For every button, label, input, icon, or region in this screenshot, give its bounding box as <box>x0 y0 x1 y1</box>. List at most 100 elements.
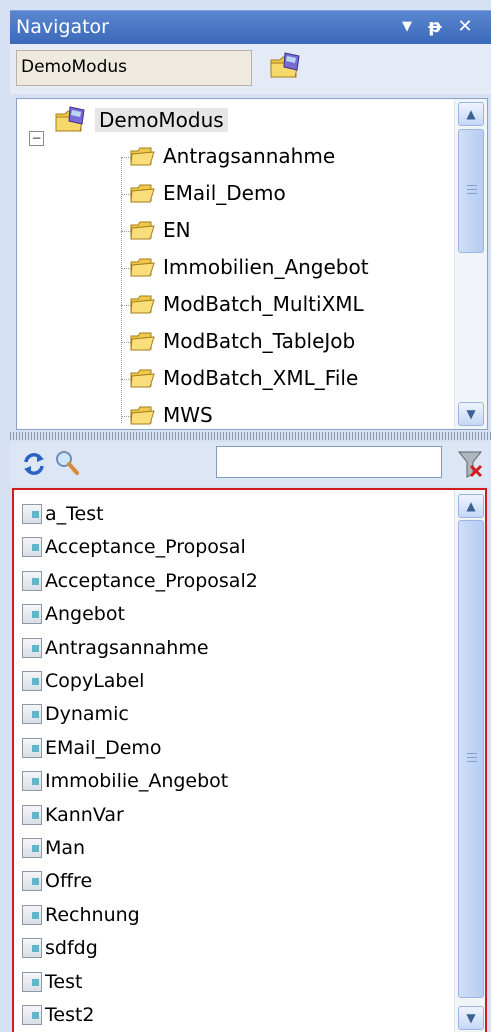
project-tree: − DemoModus Antragsannahme EMail_Demo EN Im… <box>16 98 488 430</box>
document-icon <box>22 637 42 658</box>
project-combo[interactable]: DemoModus <box>16 50 252 86</box>
list-item-label: Immobilie_Angebot <box>45 770 229 793</box>
document-icon <box>22 1005 42 1025</box>
list-item-label: Acceptance_Proposal2 <box>45 569 258 592</box>
list-toolbar <box>10 442 491 486</box>
list-item[interactable]: Rechnung <box>22 899 140 931</box>
tree-item-label: Immobilien_Angebot <box>163 255 369 279</box>
list-item-label: Antragsannahme <box>45 636 209 659</box>
document-icon <box>22 838 42 858</box>
list-item[interactable]: Test <box>22 966 82 998</box>
list-item-label: EMail_Demo <box>45 736 162 759</box>
list-item[interactable]: Acceptance_Proposal2 <box>22 565 258 597</box>
title-bar: Navigator ▼ ᵽ ✕ <box>10 10 491 45</box>
list-scroll-down-button[interactable]: ▼ <box>458 1006 484 1030</box>
list-item-label: Test2 <box>45 1004 95 1026</box>
document-icon <box>22 671 42 691</box>
list-item[interactable]: a_Test <box>22 498 104 530</box>
tree-item[interactable]: Antragsannahme <box>129 139 335 173</box>
list-item[interactable]: Test2 <box>22 999 95 1031</box>
list-item[interactable]: Acceptance_Proposal <box>22 531 246 563</box>
folder-icon <box>130 258 155 277</box>
list-item-label: Dynamic <box>45 703 129 726</box>
document-icon <box>22 771 42 792</box>
tree-item-label: MWS <box>163 403 213 427</box>
document-icon <box>22 570 42 591</box>
panel-title: Navigator <box>16 16 109 38</box>
tree-item[interactable]: Immobilien_Angebot <box>129 250 369 284</box>
list-item[interactable]: Antragsannahme <box>22 632 209 664</box>
tree-item[interactable]: MWS <box>129 398 213 432</box>
list-item-label: Offre <box>45 870 93 893</box>
document-icon <box>22 504 42 524</box>
document-icon <box>22 804 42 825</box>
list-item[interactable]: Dynamic <box>22 698 129 730</box>
list-item-label: Angebot <box>45 603 125 626</box>
list-item-label: Rechnung <box>45 903 140 926</box>
list-item-label: KannVar <box>45 803 124 826</box>
project-folder-icon <box>55 106 85 132</box>
document-icon <box>22 971 42 992</box>
close-button[interactable]: ✕ <box>454 15 476 39</box>
tree-expander[interactable]: − <box>29 131 44 146</box>
list-item[interactable]: Man <box>22 832 85 864</box>
list-item[interactable]: CopyLabel <box>22 665 144 697</box>
document-icon <box>22 871 42 892</box>
document-icon <box>22 938 42 959</box>
tree-scroll-down-button[interactable]: ▼ <box>458 402 484 426</box>
refresh-icon[interactable] <box>20 450 48 482</box>
project-folder-icon[interactable] <box>268 50 302 86</box>
list-item[interactable]: Immobilie_Angebot <box>22 765 228 797</box>
list-item-label: Man <box>45 837 86 859</box>
folder-icon <box>130 221 155 240</box>
list-scroll-thumb[interactable] <box>458 520 484 998</box>
filter-input[interactable] <box>216 446 442 478</box>
folder-icon <box>130 295 155 314</box>
list-item-label: CopyLabel <box>45 670 145 692</box>
tree-scrollbar[interactable]: ▲ ▼ <box>454 99 487 429</box>
tree-scroll-thumb[interactable] <box>458 129 484 253</box>
folder-icon <box>130 406 155 425</box>
list-item[interactable]: Angebot <box>22 598 125 630</box>
panel-splitter[interactable] <box>10 432 491 440</box>
project-selector-row: DemoModus <box>10 44 491 94</box>
tree-item[interactable]: EMail_Demo <box>129 176 286 210</box>
tree-item-label: Antragsannahme <box>163 144 336 168</box>
tree-item-label: EN <box>163 218 191 242</box>
tree-item[interactable]: ModBatch_MultiXML <box>129 287 364 321</box>
tree-item[interactable]: ModBatch_XML_File <box>129 361 358 395</box>
pin-button[interactable]: ᵽ <box>424 15 446 39</box>
document-icon <box>22 537 42 558</box>
navigator-panel: Navigator ▼ ᵽ ✕ DemoModus − DemoModus An… <box>0 0 491 1032</box>
clear-filter-icon[interactable] <box>456 448 484 484</box>
tree-item[interactable]: ModBatch_TableJob <box>129 324 355 358</box>
window-menu-button[interactable]: ▼ <box>396 15 418 39</box>
object-list: a_Test Acceptance_Proposal Acceptance_Prop… <box>12 488 487 1032</box>
list-scroll-up-button[interactable]: ▲ <box>458 494 484 518</box>
folder-icon <box>130 332 155 351</box>
tree-root-item[interactable]: DemoModus <box>53 103 228 137</box>
list-item[interactable]: sdfdg <box>22 932 98 964</box>
folder-icon <box>130 147 155 166</box>
tree-scroll-up-button[interactable]: ▲ <box>458 102 484 126</box>
tree-item-label: ModBatch_MultiXML <box>163 292 364 316</box>
project-combo-value: DemoModus <box>21 57 128 77</box>
list-item[interactable]: EMail_Demo <box>22 732 162 764</box>
list-item[interactable]: Offre <box>22 865 92 897</box>
list-item-label: a_Test <box>45 503 104 525</box>
tree-root-label: DemoModus <box>95 108 228 132</box>
folder-icon <box>130 369 155 388</box>
tree-item-label: ModBatch_TableJob <box>163 329 356 353</box>
folder-icon <box>130 184 155 203</box>
search-icon[interactable] <box>52 448 82 482</box>
list-item[interactable]: KannVar <box>22 799 124 831</box>
tree-item[interactable]: EN <box>129 213 191 247</box>
list-item-label: Acceptance_Proposal <box>45 536 246 559</box>
document-icon <box>22 904 42 925</box>
tree-item-label: EMail_Demo <box>163 181 286 205</box>
tree-guide-line <box>121 157 122 423</box>
list-item-label: sdfdg <box>45 937 98 960</box>
document-icon <box>22 704 42 725</box>
document-icon <box>22 737 42 758</box>
list-scrollbar[interactable]: ▲ ▼ <box>454 490 485 1032</box>
